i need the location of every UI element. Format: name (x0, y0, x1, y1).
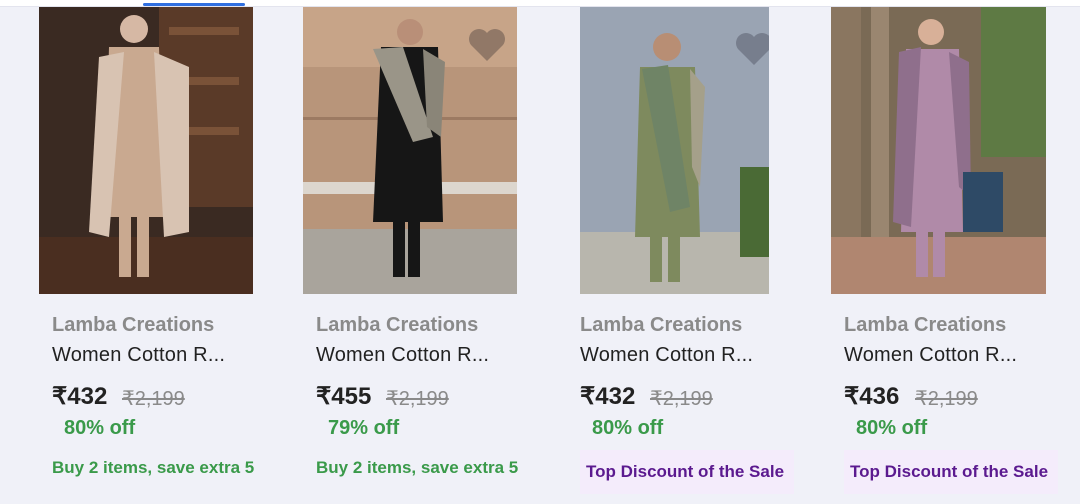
selling-price: ₹436 (844, 383, 900, 410)
product-title: Women Cotton R... (52, 344, 226, 366)
product-image-3[interactable] (580, 7, 769, 294)
brand-name: Lamba Creations (52, 314, 215, 336)
product-card-2[interactable]: Lamba Creations Women Cotton R... ₹455 ₹… (303, 7, 567, 504)
product-card-4[interactable]: Lamba Creations Women Cotton R... ₹436 ₹… (831, 7, 1080, 504)
original-price: ₹2,199 (915, 388, 978, 410)
product-image-1[interactable] (39, 7, 253, 294)
product-card-1[interactable]: Lamba Creations Women Cotton R... ₹432 ₹… (39, 7, 303, 504)
heart-icon[interactable] (467, 27, 507, 63)
discount-percent: 80% off (592, 417, 664, 439)
product-title: Women Cotton R... (316, 344, 490, 366)
discount-percent: 80% off (64, 417, 136, 439)
original-price: ₹2,199 (386, 388, 449, 410)
selling-price: ₹455 (316, 383, 372, 410)
brand-name: Lamba Creations (316, 314, 479, 336)
brand-name: Lamba Creations (580, 314, 743, 336)
product-image-4[interactable] (831, 7, 1046, 294)
heart-icon[interactable] (734, 31, 769, 67)
discount-percent: 79% off (328, 417, 400, 439)
original-price: ₹2,199 (650, 388, 713, 410)
product-title: Women Cotton R... (844, 344, 1018, 366)
product-title: Women Cotton R... (580, 344, 754, 366)
product-row: Lamba Creations Women Cotton R... ₹432 ₹… (0, 7, 1080, 504)
discount-percent: 80% off (856, 417, 928, 439)
top-discount-badge: Top Discount of the Sale (844, 450, 1058, 494)
original-price: ₹2,199 (122, 388, 185, 410)
selling-price: ₹432 (52, 383, 108, 410)
selling-price: ₹432 (580, 383, 636, 410)
active-tab-indicator (143, 3, 245, 6)
brand-name: Lamba Creations (844, 314, 1007, 336)
bundle-offer-text: Buy 2 items, save extra 5 (52, 458, 255, 477)
product-card-3[interactable]: Lamba Creations Women Cotton R... ₹432 ₹… (580, 7, 844, 504)
product-image-2[interactable] (303, 7, 517, 294)
bundle-offer-text: Buy 2 items, save extra 5 (316, 458, 519, 477)
top-discount-badge: Top Discount of the Sale (580, 450, 794, 494)
